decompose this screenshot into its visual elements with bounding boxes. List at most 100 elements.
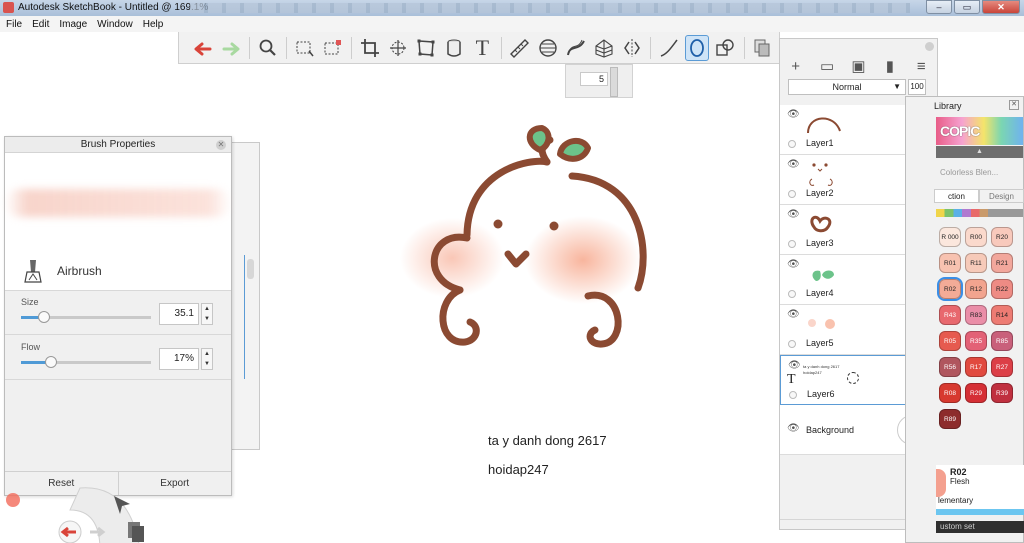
current-brush[interactable]: Airbrush: [5, 253, 231, 291]
text-tool[interactable]: T: [471, 35, 494, 61]
color-swatch[interactable]: R05: [939, 331, 961, 351]
color-swatch[interactable]: R56: [939, 357, 961, 377]
eye-icon[interactable]: 👁: [788, 360, 801, 371]
color-swatch[interactable]: R12: [965, 279, 987, 299]
undo-button[interactable]: [191, 35, 214, 61]
brush-size-puck[interactable]: 5: [565, 64, 633, 98]
size-stepper[interactable]: ▲ ▼: [201, 303, 213, 325]
undo-lagoon-icon[interactable]: [58, 520, 82, 543]
eye-icon[interactable]: 👁: [787, 209, 800, 220]
color-swatch[interactable]: R22: [991, 279, 1013, 299]
zoom-tool[interactable]: [256, 35, 279, 61]
brush-size-bar[interactable]: [610, 67, 618, 97]
symmetry-tool[interactable]: [620, 35, 643, 61]
magnifier-icon: [259, 39, 276, 56]
size-value-field[interactable]: 35.1: [159, 303, 199, 325]
eye-icon[interactable]: 👁: [787, 159, 800, 170]
menu-file[interactable]: File: [6, 19, 22, 30]
rect-select-tool[interactable]: [293, 35, 316, 61]
menu-image[interactable]: Image: [59, 19, 87, 30]
color-family-strip[interactable]: [936, 209, 1023, 217]
color-swatch[interactable]: R08: [939, 383, 961, 403]
color-swatch[interactable]: R29: [965, 383, 987, 403]
color-swatch[interactable]: R20: [991, 227, 1013, 247]
eye-icon[interactable]: 👁: [787, 109, 800, 120]
perspective-tool[interactable]: [592, 35, 615, 61]
maximize-button[interactable]: ▭: [954, 0, 980, 14]
layer-lock-icon[interactable]: [788, 240, 796, 248]
custom-set-label[interactable]: ustom set: [936, 521, 1024, 533]
line-tool[interactable]: [657, 35, 680, 61]
menu-help[interactable]: Help: [143, 19, 164, 30]
layer-lock-icon[interactable]: [788, 340, 796, 348]
blend-mode-select[interactable]: Normal ▼: [788, 79, 906, 95]
layer-name: Layer5: [806, 338, 834, 348]
add-group-icon[interactable]: ▭: [817, 57, 837, 75]
add-image-icon[interactable]: ▣: [848, 57, 868, 75]
stroke-tool[interactable]: [685, 34, 709, 61]
layer-lock-icon[interactable]: [788, 290, 796, 298]
panel-close-icon[interactable]: ✕: [1009, 100, 1019, 110]
flow-slider[interactable]: [21, 356, 151, 368]
color-swatch[interactable]: R43: [939, 305, 961, 325]
color-puck[interactable]: [6, 493, 20, 507]
eye-icon[interactable]: 👁: [787, 423, 800, 434]
flow-slider-knob[interactable]: [44, 356, 57, 368]
layer-lock-icon[interactable]: [788, 190, 796, 198]
move-rotate-tool[interactable]: [386, 35, 409, 61]
opacity-field[interactable]: 100: [908, 79, 926, 95]
color-swatch[interactable]: R00: [965, 227, 987, 247]
menu-window[interactable]: Window: [97, 19, 133, 30]
color-swatch[interactable]: R14: [991, 305, 1013, 325]
tab-collection[interactable]: ction: [934, 189, 979, 203]
color-swatch[interactable]: R83: [965, 305, 987, 325]
distort-tool[interactable]: [415, 35, 438, 61]
add-layer-icon[interactable]: +: [786, 58, 806, 75]
color-swatch[interactable]: R89: [939, 409, 961, 429]
brush-name: Airbrush: [57, 264, 102, 278]
color-swatch[interactable]: R39: [991, 383, 1013, 403]
color-swatch[interactable]: R17: [965, 357, 987, 377]
color-swatch[interactable]: R35: [965, 331, 987, 351]
color-swatch[interactable]: R11: [965, 253, 987, 273]
color-swatch[interactable]: R27: [991, 357, 1013, 377]
ellipse-tool[interactable]: [536, 35, 559, 61]
layer-menu-icon[interactable]: ≡: [911, 58, 931, 75]
panel-close-icon[interactable]: ✕: [216, 140, 226, 150]
layer-name: Background: [806, 425, 855, 435]
lasso-select-tool[interactable]: [321, 35, 344, 61]
shape-tool[interactable]: [714, 35, 737, 61]
eye-icon[interactable]: 👁: [787, 259, 800, 270]
clear-layer-icon[interactable]: ▮: [880, 57, 900, 75]
redo-lagoon-icon[interactable]: [90, 526, 106, 538]
color-swatch[interactable]: R 000: [939, 227, 961, 247]
colorless-blender[interactable]: Colorless Blen...: [940, 168, 998, 177]
close-button[interactable]: ✕: [982, 0, 1020, 14]
collapse-toggle[interactable]: ▲: [936, 146, 1023, 158]
flow-stepper[interactable]: ▲ ▼: [201, 348, 213, 370]
color-swatch[interactable]: R02: [937, 277, 963, 301]
eye-icon[interactable]: 👁: [787, 309, 800, 320]
redo-button[interactable]: [219, 35, 242, 61]
layer-lock-icon[interactable]: [789, 391, 797, 399]
fill-tool[interactable]: [443, 35, 466, 61]
scrollbar[interactable]: [247, 259, 254, 279]
complementary-color-bar[interactable]: [936, 509, 1024, 515]
flow-value-field[interactable]: 17%: [159, 348, 199, 370]
panel-close-icon[interactable]: [925, 42, 934, 51]
canvas-drawing[interactable]: [390, 110, 670, 370]
color-swatch[interactable]: R21: [991, 253, 1013, 273]
copy-paste-tool[interactable]: [751, 35, 774, 61]
minimize-button[interactable]: –: [926, 0, 952, 14]
color-swatch[interactable]: R85: [991, 331, 1013, 351]
crop-tool[interactable]: [358, 35, 381, 61]
menu-edit[interactable]: Edit: [32, 19, 49, 30]
brush-size-value[interactable]: 5: [580, 72, 608, 86]
size-slider-knob[interactable]: [38, 311, 51, 323]
ruler-tool[interactable]: [508, 35, 531, 61]
french-curve-tool[interactable]: [564, 35, 587, 61]
tab-design[interactable]: Design: [979, 189, 1024, 203]
layer-lock-icon[interactable]: [788, 140, 796, 148]
color-swatch[interactable]: R01: [939, 253, 961, 273]
size-slider[interactable]: [21, 311, 151, 323]
